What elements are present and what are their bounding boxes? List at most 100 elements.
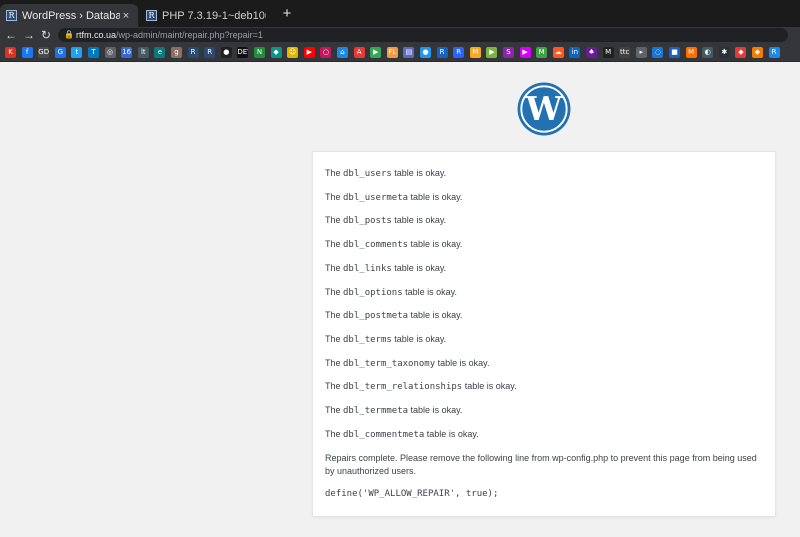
bookmark-icon[interactable]: ✱ (718, 47, 730, 58)
bookmarks-bar: KfGDGtT◎16ltegRR●DEVN◆☺▶○⌂A▶FL▤●RRM▶S▶M☁… (0, 43, 800, 62)
forward-icon[interactable]: → (21, 27, 37, 43)
bookmark-icon[interactable]: t (71, 47, 83, 58)
bookmark-icon[interactable]: ◐ (702, 47, 714, 58)
wp-repair-page: W Repairs complete. Please remove the fo… (0, 62, 800, 537)
row-status: table is okay. (391, 333, 447, 344)
bookmark-icon[interactable]: M (536, 47, 548, 58)
bookmark-icon[interactable]: ttc (619, 47, 631, 58)
row-status: table is okay. (408, 191, 463, 202)
table-status-row: The dbl_usermeta table is okay. (325, 192, 462, 203)
table-status-row: The dbl_commentmeta table is okay. (325, 429, 479, 440)
bookmark-icon[interactable]: ▶ (486, 47, 498, 58)
bookmark-icon[interactable]: S (503, 47, 514, 58)
row-prefix: The (325, 191, 344, 202)
bookmark-icon[interactable]: DEV (237, 47, 249, 58)
lock-icon: 🔒 (64, 30, 74, 39)
site-favicon-icon: R (146, 10, 157, 21)
bookmark-icon[interactable]: FL (386, 47, 398, 58)
row-prefix: The (325, 168, 344, 178)
bookmark-icon[interactable]: ▶ (519, 47, 531, 58)
bookmark-icon[interactable]: M (685, 47, 697, 58)
back-icon[interactable]: ← (3, 27, 19, 43)
browser-toolbar: ← → ↻ 🔒 rtfm.co.ua/wp-admin/maint/repair… (0, 27, 800, 43)
bookmark-icon[interactable]: M (469, 47, 481, 58)
bookmark-icon[interactable]: ▶ (370, 47, 382, 58)
table-status-row: The dbl_comments table is okay. (325, 239, 462, 250)
bookmark-icon[interactable]: N (254, 47, 265, 58)
bookmark-icon[interactable]: R (204, 47, 216, 58)
tab-php-info[interactable]: R PHP 7.3.19-1~deb10u1 - p (140, 4, 272, 27)
bookmark-icon[interactable]: ◎ (104, 47, 116, 58)
bookmark-icon[interactable]: ☺ (287, 47, 299, 58)
bookmark-icon[interactable]: M (602, 47, 614, 58)
site-favicon-icon: R (6, 10, 17, 21)
bookmark-icon[interactable]: GD (38, 47, 50, 58)
table-name: dbl_termmeta (343, 406, 409, 416)
table-name: dbl_options (343, 287, 403, 298)
bookmark-icon[interactable]: R (768, 47, 780, 58)
table-name: dbl_postmeta (343, 311, 409, 322)
bookmark-icon[interactable]: ■ (669, 47, 680, 58)
row-prefix: The (325, 405, 344, 415)
bookmark-icon[interactable]: T (88, 47, 99, 58)
bookmark-icon[interactable]: ♠ (586, 47, 597, 58)
bookmark-icon[interactable]: ○ (320, 47, 332, 58)
row-status: table is okay. (435, 357, 490, 368)
bookmark-icon[interactable]: R (453, 47, 465, 58)
table-name: dbl_usermeta (343, 192, 409, 203)
bookmark-icon[interactable]: e (154, 47, 166, 58)
new-tab-button[interactable]: + (278, 5, 296, 23)
bookmark-icon[interactable]: ⌂ (337, 47, 348, 58)
tab-title: PHP 7.3.19-1~deb10u1 - p (162, 9, 266, 22)
bookmark-icon[interactable]: ◌ (652, 47, 664, 58)
url-path: /wp-admin/maint/repair.php?repair=1 (116, 30, 263, 40)
table-name: dbl_comments (343, 240, 409, 251)
tab-close-icon[interactable]: × (120, 10, 132, 22)
row-prefix: The (325, 333, 344, 344)
bookmark-icon[interactable]: lt (137, 47, 149, 58)
table-name: dbl_users (343, 169, 392, 179)
url-host: rtfm.co.ua (76, 30, 117, 40)
bookmark-icon[interactable]: R (436, 47, 448, 58)
bookmark-icon[interactable]: ▶ (303, 47, 315, 58)
row-status: table is okay. (402, 286, 457, 297)
bookmark-icon[interactable]: 16 (121, 47, 133, 58)
row-status: table is okay. (408, 239, 463, 250)
row-prefix: The (325, 381, 344, 392)
table-name: dbl_posts (343, 216, 392, 227)
table-status-row: The dbl_term_taxonomy table is okay. (325, 358, 490, 369)
tab-title: WordPress › Database Re (22, 9, 120, 22)
define-line: define('WP_ALLOW_REPAIR', true); (325, 489, 499, 499)
bookmark-icon[interactable]: R (187, 47, 199, 58)
bookmark-icon[interactable]: ◆ (752, 47, 763, 58)
bookmark-icon[interactable]: A (353, 47, 365, 58)
bookmark-icon[interactable]: f (21, 47, 33, 58)
bookmark-icon[interactable]: G (54, 47, 66, 58)
browser-tab-strip: R WordPress › Database Re × R PHP 7.3.19… (0, 0, 800, 27)
reload-icon[interactable]: ↻ (38, 27, 54, 43)
table-status-row: The dbl_links table is okay. (325, 263, 446, 274)
row-prefix: The (325, 357, 344, 368)
bookmark-icon[interactable]: ◆ (735, 47, 747, 58)
table-status-row: The dbl_options table is okay. (325, 287, 457, 298)
bookmark-icon[interactable]: in (569, 47, 581, 58)
row-prefix: The (325, 286, 344, 297)
bookmark-icon[interactable]: ▤ (403, 47, 415, 58)
table-status-row: The dbl_termmeta table is okay. (325, 405, 462, 416)
table-name: dbl_terms (343, 334, 392, 345)
bookmark-icon[interactable]: ☁ (552, 47, 564, 58)
row-status: table is okay. (391, 168, 447, 178)
repair-results-card: Repairs complete. Please remove the foll… (312, 151, 776, 517)
row-prefix: The (325, 215, 344, 226)
bookmark-icon[interactable]: ◆ (270, 47, 282, 58)
bookmark-icon[interactable]: ● (420, 47, 431, 58)
bookmark-icon[interactable]: g (171, 47, 182, 58)
address-bar[interactable]: 🔒 rtfm.co.ua/wp-admin/maint/repair.php?r… (58, 28, 788, 42)
row-status: table is okay. (391, 262, 447, 273)
bookmark-icon[interactable]: ▸ (635, 47, 647, 58)
row-prefix: The (325, 428, 344, 439)
bookmark-icon[interactable]: ● (220, 47, 232, 58)
wordpress-logo: W (517, 82, 571, 136)
tab-wordpress-repair[interactable]: R WordPress › Database Re × (0, 4, 138, 27)
bookmark-icon[interactable]: K (5, 47, 16, 58)
